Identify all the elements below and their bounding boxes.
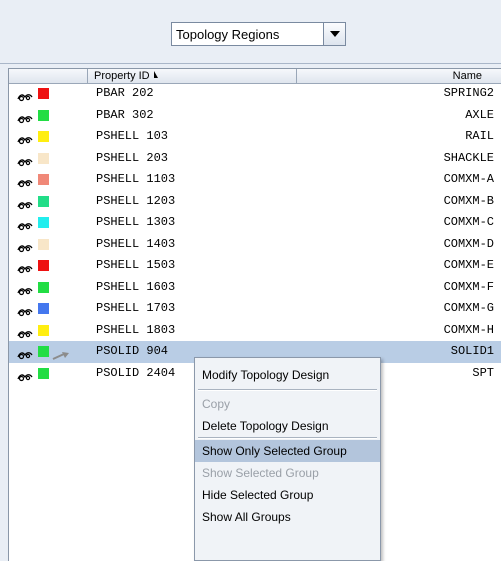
name-cell: COMXM-A <box>443 172 494 186</box>
toolbar-divider <box>0 63 501 64</box>
color-swatch[interactable] <box>38 238 49 250</box>
column-header-label: Name <box>452 70 482 82</box>
table-row[interactable]: PSHELL 1203 COMXM-B <box>9 191 501 213</box>
visibility-eye-icon[interactable] <box>17 217 33 231</box>
sort-ascending-icon <box>153 71 158 78</box>
visibility-eye-icon[interactable] <box>17 282 33 295</box>
column-header-name[interactable]: Name <box>297 69 501 83</box>
dropdown-value: Topology Regions <box>176 27 280 42</box>
menu-item-show-all-groups[interactable]: Show All Groups <box>195 506 380 528</box>
context-menu: Modify Topology Design Copy Delete Topolog… <box>194 357 381 561</box>
table-row[interactable]: PSHELL 1303 COMXM-C <box>9 212 501 234</box>
property-id-cell: PSHELL 1103 <box>96 172 176 186</box>
color-swatch[interactable] <box>38 131 49 142</box>
property-id-cell: PSHELL 1603 <box>96 279 176 294</box>
name-cell: COMXM-B <box>443 193 494 208</box>
property-id-cell: PBAR 202 <box>96 86 154 100</box>
property-id-cell: PSHELL 1503 <box>96 258 176 272</box>
column-header-property-id[interactable]: Property ID <box>88 69 297 83</box>
name-cell: SHACKLE <box>443 150 494 165</box>
property-id-cell: PSHELL 1303 <box>96 215 176 229</box>
color-swatch[interactable] <box>38 195 49 207</box>
menu-item-show-only-selected-group[interactable]: Show Only Selected Group <box>195 440 380 462</box>
color-swatch[interactable] <box>38 324 49 336</box>
menu-item-copy: Copy <box>202 397 231 411</box>
table-row[interactable]: PSHELL 1403 COMXM-D <box>9 234 501 256</box>
visibility-eye-icon[interactable] <box>17 131 33 145</box>
visibility-eye-icon[interactable] <box>17 325 33 338</box>
table-body: PBAR 202 SPRING2 PBAR 302 AXLE PSHELL 103 RAI… <box>9 83 501 384</box>
visibility-eye-icon[interactable] <box>17 260 33 274</box>
name-cell: SOLID1 <box>450 344 494 358</box>
table-row[interactable]: PSHELL 1703 COMXM-G <box>9 298 501 320</box>
table-row[interactable]: PSHELL 1103 COMXM-A <box>9 169 501 191</box>
column-header-label: Property ID <box>94 70 150 82</box>
property-id-cell: PSHELL 1803 <box>96 322 176 337</box>
visibility-eye-icon[interactable] <box>17 88 33 102</box>
property-id-cell: PSHELL 1703 <box>96 301 176 315</box>
property-id-cell: PSOLID 904 <box>96 344 169 358</box>
dropdown-arrow-button[interactable] <box>323 23 345 45</box>
table-row[interactable]: PSHELL 103 RAIL <box>9 126 501 148</box>
region-type-dropdown[interactable]: Topology Regions <box>171 22 346 46</box>
name-cell: COMXM-H <box>443 322 494 337</box>
color-swatch[interactable] <box>38 346 49 357</box>
visibility-eye-icon[interactable] <box>17 346 33 360</box>
color-swatch[interactable] <box>38 281 49 293</box>
visibility-eye-icon[interactable] <box>17 174 33 188</box>
menu-item-show-selected-group: Show Selected Group <box>202 466 319 480</box>
name-cell: AXLE <box>465 107 494 122</box>
property-id-cell: PBAR 302 <box>96 107 154 122</box>
name-cell: SPT <box>472 365 494 380</box>
name-cell: COMXM-F <box>443 279 494 294</box>
visibility-eye-icon[interactable] <box>17 153 33 166</box>
visibility-eye-icon[interactable] <box>17 368 33 381</box>
menu-separator <box>198 389 377 391</box>
color-swatch[interactable] <box>38 174 49 185</box>
chevron-down-icon <box>330 31 340 37</box>
color-swatch[interactable] <box>38 88 49 99</box>
table-row[interactable]: PSHELL 1603 COMXM-F <box>9 277 501 299</box>
table-row[interactable]: PSHELL 1503 COMXM-E <box>9 255 501 277</box>
menu-item-hide-selected-group[interactable]: Hide Selected Group <box>195 484 380 506</box>
name-cell: COMXM-G <box>443 301 494 315</box>
design-arrow-icon <box>52 347 70 360</box>
visibility-eye-icon[interactable] <box>17 110 33 123</box>
property-id-cell: PSHELL 1203 <box>96 193 176 208</box>
name-cell: SPRING2 <box>443 86 494 100</box>
table-row[interactable]: PBAR 302 AXLE <box>9 105 501 127</box>
property-id-cell: PSHELL 1403 <box>96 236 176 251</box>
color-swatch[interactable] <box>38 217 49 228</box>
property-id-cell: PSHELL 203 <box>96 150 169 165</box>
visibility-eye-icon[interactable] <box>17 196 33 209</box>
column-header-icons[interactable] <box>9 69 88 83</box>
menu-item-delete-topology-design[interactable]: Delete Topology Design <box>195 415 380 437</box>
name-cell: COMXM-C <box>443 215 494 229</box>
menu-separator <box>198 437 377 439</box>
table-header: Property ID Name <box>9 69 501 84</box>
table-row[interactable]: PBAR 202 SPRING2 <box>9 83 501 105</box>
color-swatch[interactable] <box>38 367 49 379</box>
visibility-eye-icon[interactable] <box>17 303 33 317</box>
color-swatch[interactable] <box>38 109 49 121</box>
table-row[interactable]: PSHELL 1803 COMXM-H <box>9 320 501 342</box>
name-cell: COMXM-E <box>443 258 494 272</box>
color-swatch[interactable] <box>38 152 49 164</box>
property-id-cell: PSOLID 2404 <box>96 365 176 380</box>
name-cell: RAIL <box>465 129 494 143</box>
name-cell: COMXM-D <box>443 236 494 251</box>
menu-item-modify-topology-design[interactable]: Modify Topology Design <box>195 364 380 386</box>
visibility-eye-icon[interactable] <box>17 239 33 252</box>
table-row[interactable]: PSHELL 203 SHACKLE <box>9 148 501 170</box>
property-id-cell: PSHELL 103 <box>96 129 169 143</box>
color-swatch[interactable] <box>38 303 49 314</box>
color-swatch[interactable] <box>38 260 49 271</box>
